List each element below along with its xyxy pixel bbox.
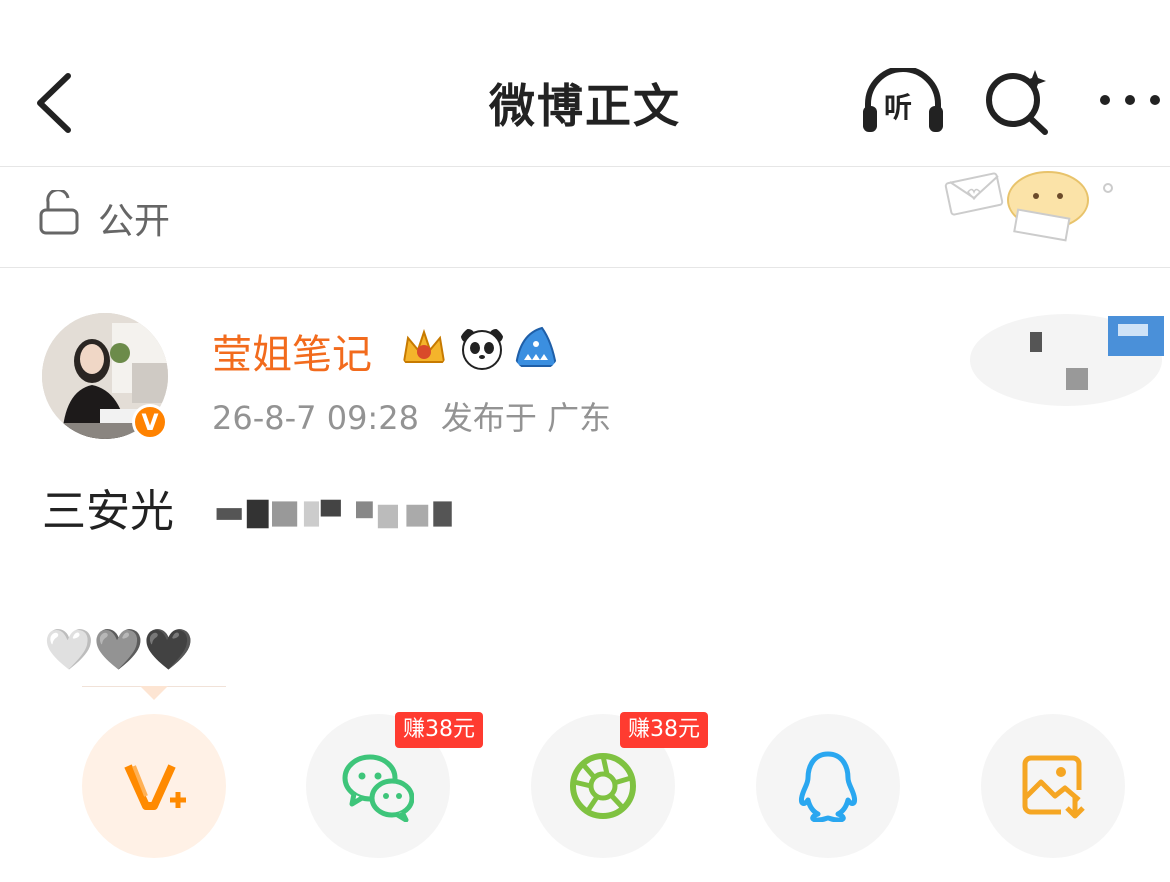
post-text: 三安光 (42, 475, 480, 539)
moments-icon (570, 753, 636, 819)
save-image-button[interactable] (981, 714, 1125, 858)
qq-icon (799, 751, 857, 822)
crown-badge-icon (402, 328, 446, 363)
post-text-visible: 三安光 (42, 486, 174, 537)
post-location: 发布于 广东 (440, 399, 612, 437)
save-image-icon (1022, 755, 1085, 819)
moments-reward-badge: 赚38元 (620, 712, 708, 748)
listen-label: 听 (884, 91, 913, 124)
heart-emojis: 🤍🩶🖤 (44, 627, 194, 673)
wechat-reward-badge: 赚38元 (395, 712, 483, 748)
post-meta: 26-8-7 09:28 发布于 广东 (212, 393, 611, 439)
more-icon[interactable] (1095, 80, 1165, 120)
search-icon[interactable] (983, 66, 1053, 136)
blurred-text-icon (216, 499, 452, 529)
decorative-sticker-icon (944, 171, 1113, 242)
blurred-follow-area (970, 314, 1164, 406)
weibo-share-button[interactable] (82, 714, 226, 858)
qq-share-button[interactable] (756, 714, 900, 858)
visibility-label: 公开 (98, 201, 171, 242)
weibo-v-plus-icon (124, 764, 186, 810)
shark-badge-icon (514, 326, 558, 367)
author-name[interactable]: 莹姐笔记 (212, 322, 372, 380)
verified-badge: V (132, 404, 168, 440)
wechat-icon (342, 754, 414, 822)
panda-badge-icon (461, 329, 503, 370)
tooltip-arrow (140, 686, 168, 700)
unlock-icon (39, 190, 79, 235)
post-timestamp: 26-8-7 09:28 (212, 399, 419, 437)
